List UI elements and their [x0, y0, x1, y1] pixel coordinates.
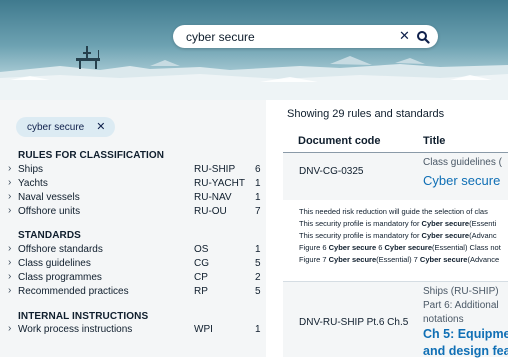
- chevron-right-icon: ›: [8, 243, 12, 254]
- snippet-line: This needed risk reduction will guide th…: [299, 207, 488, 216]
- result-part: Part 6: Additional: [423, 300, 499, 311]
- filter-item-label: Work process instructions: [18, 324, 133, 335]
- result-category: Ships (RU-SHIP): [423, 286, 499, 297]
- filter-item-count: 5: [255, 286, 261, 297]
- filter-item-count: 7: [255, 206, 261, 217]
- snippet-line: Figure 6 Cyber secure 6 Cyber secure(Ess…: [299, 243, 501, 252]
- filter-item-code: CG: [194, 258, 209, 269]
- filter-item-offshore-standards[interactable]: › Offshore standards OS 1: [8, 243, 263, 257]
- filter-item-label: Offshore units: [18, 206, 81, 217]
- filter-item-recommended-practices[interactable]: › Recommended practices RP 5: [8, 285, 263, 299]
- snippet-line: This security profile is mandatory for C…: [299, 219, 497, 228]
- group-title-standards: STANDARDS: [18, 230, 81, 241]
- filter-item-label: Offshore standards: [18, 244, 103, 255]
- filter-item-count: 5: [255, 258, 261, 269]
- row-divider: [283, 281, 508, 282]
- filter-item-naval-vessels[interactable]: › Naval vessels RU-NAV 1: [8, 191, 263, 205]
- filter-item-code: WPI: [194, 324, 213, 335]
- search-icon[interactable]: [416, 30, 430, 44]
- filter-item-yachts[interactable]: › Yachts RU-YACHT 1: [8, 177, 263, 191]
- filter-item-count: 6: [255, 164, 261, 175]
- filter-item-label: Class programmes: [18, 272, 102, 283]
- filter-item-code: RU-NAV: [194, 192, 232, 203]
- filter-item-label: Naval vessels: [18, 192, 80, 203]
- snippet-line: Figure 7 Cyber secure(Essential) 7 Cyber…: [299, 255, 500, 264]
- filter-item-count: 1: [255, 192, 261, 203]
- group-title-rules: RULES FOR CLASSIFICATION: [18, 150, 165, 161]
- snippet-line: This security profile is mandatory for C…: [299, 231, 497, 240]
- column-header-code[interactable]: Document code: [298, 135, 381, 147]
- filter-item-label: Ships: [18, 164, 44, 175]
- filter-item-code: RU-SHIP: [194, 164, 236, 175]
- clear-icon[interactable]: ✕: [399, 28, 410, 44]
- filter-item-label: Class guidelines: [18, 258, 91, 269]
- filter-item-class-guidelines[interactable]: › Class guidelines CG 5: [8, 257, 263, 271]
- filter-item-count: 1: [255, 324, 261, 335]
- result-title-link-line2[interactable]: and design feat: [423, 344, 508, 358]
- filter-item-code: RU-YACHT: [194, 178, 245, 189]
- filter-item-ships[interactable]: › Ships RU-SHIP 6: [8, 163, 263, 177]
- chevron-right-icon: ›: [8, 191, 12, 202]
- filter-item-label: Yachts: [18, 178, 48, 189]
- chip-label: cyber secure: [27, 122, 85, 133]
- filter-item-label: Recommended practices: [18, 286, 129, 297]
- result-part-line2: notations: [423, 314, 464, 325]
- filter-item-class-programmes[interactable]: › Class programmes CP 2: [8, 271, 263, 285]
- search-input[interactable]: [186, 28, 386, 45]
- chevron-right-icon: ›: [8, 257, 12, 268]
- result-title-link[interactable]: Ch 5: Equipmen: [423, 327, 508, 341]
- chevron-right-icon: ›: [8, 271, 12, 282]
- chevron-right-icon: ›: [8, 177, 12, 188]
- group-title-internal: INTERNAL INSTRUCTIONS: [18, 311, 149, 322]
- filter-item-count: 2: [255, 272, 261, 283]
- filter-item-code: RP: [194, 286, 208, 297]
- filter-item-code: CP: [194, 272, 208, 283]
- chevron-right-icon: ›: [8, 323, 12, 334]
- chevron-right-icon: ›: [8, 163, 12, 174]
- column-header-title[interactable]: Title: [423, 135, 445, 147]
- filter-item-code: OS: [194, 244, 209, 255]
- hero-banner: [0, 0, 508, 100]
- results-count: Showing 29 rules and standards: [287, 108, 445, 120]
- filter-item-code: RU-OU: [194, 206, 227, 217]
- active-filter-chip[interactable]: cyber secure ✕: [16, 117, 116, 137]
- filter-item-count: 1: [255, 178, 261, 189]
- chevron-right-icon: ›: [8, 285, 12, 296]
- result-doc-code: DNV-CG-0325: [299, 166, 364, 177]
- filter-item-count: 1: [255, 244, 261, 255]
- ocean-platform-illustration: [0, 46, 508, 100]
- filter-item-offshore-units[interactable]: › Offshore units RU-OU 7: [8, 205, 263, 219]
- result-title-link[interactable]: Cyber secure: [423, 173, 500, 188]
- chevron-right-icon: ›: [8, 205, 12, 216]
- close-icon[interactable]: ✕: [96, 121, 105, 133]
- result-category: Class guidelines (: [423, 157, 502, 168]
- result-doc-code: DNV-RU-SHIP Pt.6 Ch.5: [299, 317, 409, 328]
- search-box: ✕: [173, 25, 438, 48]
- filter-item-work-process-instructions[interactable]: › Work process instructions WPI 1: [8, 323, 263, 337]
